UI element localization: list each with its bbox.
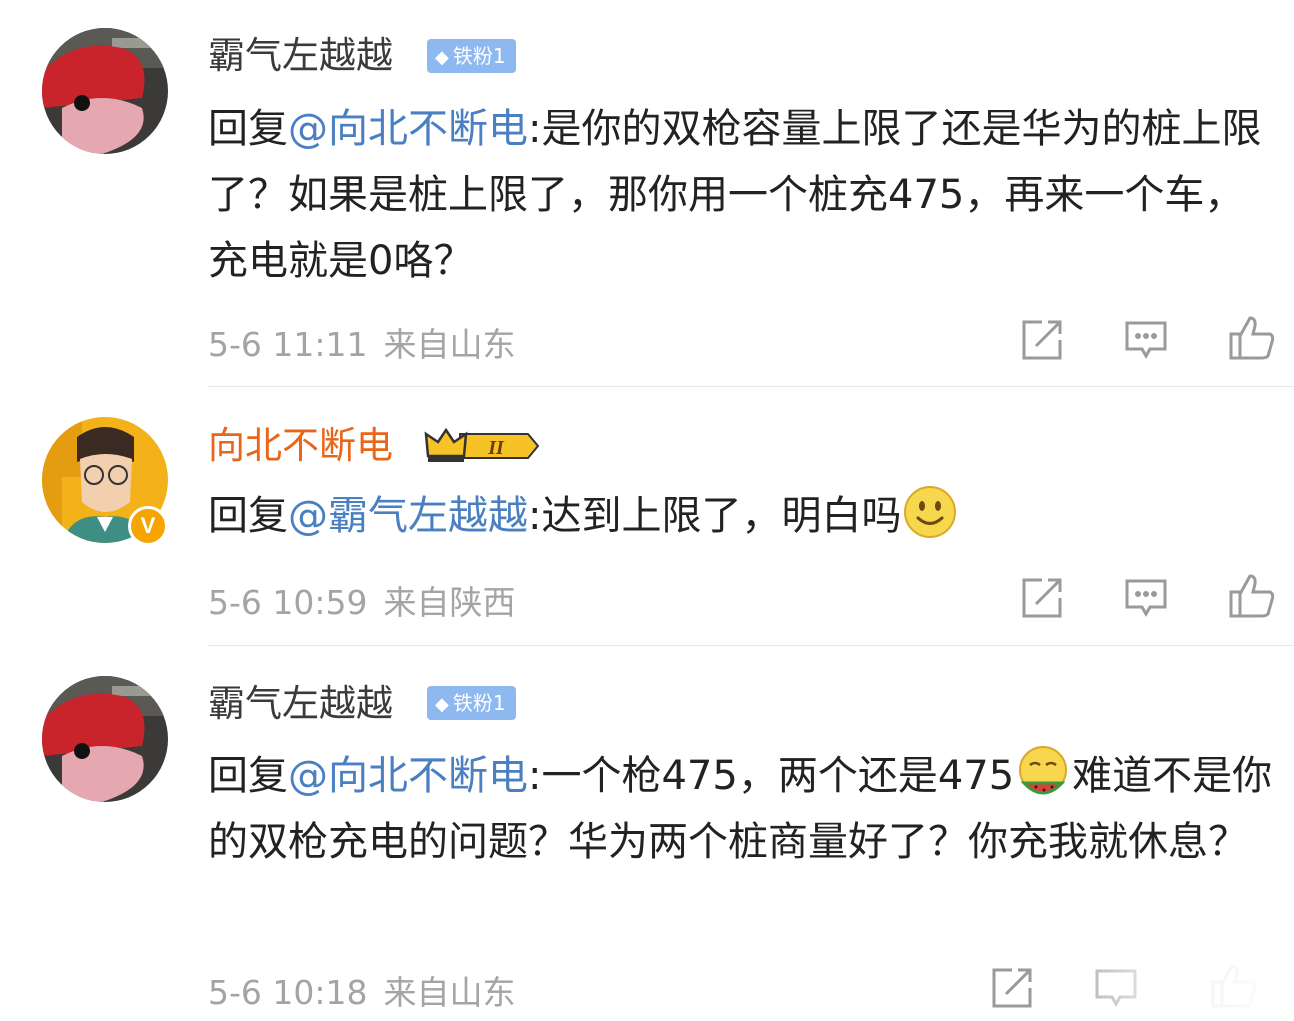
verified-badge: V [128,506,168,546]
vip-crown-badge[interactable]: II [424,426,544,470]
location: 来自山东 [383,973,516,1012]
comment-meta: 5-6 10:59 来自陕西 [208,576,516,624]
divider [208,386,1294,387]
mention-link[interactable]: @霸气左越越 [288,493,528,539]
comment-meta: 5-6 10:18 来自山东 [208,966,516,1014]
mention-link[interactable]: @向北不断电 [288,753,528,799]
comment-icon[interactable] [1124,318,1168,362]
timestamp: 5-6 11:11 [208,325,368,364]
like-icon[interactable] [1228,314,1276,362]
avatar[interactable] [42,28,168,154]
comment-text: 回复@向北不断电:一个枪475，两个还是475 难道不是你的双枪充电的问题？华为… [208,743,1283,875]
diamond-icon: ◆ [435,694,449,715]
mention-link[interactable]: @向北不断电 [288,106,528,152]
smile-emoji [903,485,957,539]
timestamp: 5-6 10:18 [208,973,368,1012]
bottom-fade-overlay [1040,950,1294,1021]
like-icon[interactable] [1228,572,1276,620]
avatar[interactable] [42,676,168,802]
comment-text: 回复@霸气左越越:达到上限了，明白吗 [208,483,1283,549]
eating-watermelon-emoji [1016,745,1070,799]
comment-text: 回复@向北不断电:是你的双枪容量上限了还是华为的桩上限了？如果是桩上限了，那你用… [208,106,1262,284]
fan-badge[interactable]: ◆ 铁粉1 [427,39,516,73]
share-icon[interactable] [990,966,1034,1010]
fan-badge[interactable]: ◆ 铁粉1 [427,686,516,720]
author-name[interactable]: 向北不断电 [208,424,393,468]
share-icon[interactable] [1020,318,1064,362]
comment-meta: 5-6 11:11 来自山东 [208,318,516,366]
comment-icon[interactable] [1124,576,1168,620]
divider [208,645,1294,646]
diamond-icon: ◆ [435,47,449,68]
share-icon[interactable] [1020,576,1064,620]
author-name[interactable]: 霸气左越越 [208,682,393,726]
svg-text:II: II [487,437,505,459]
timestamp: 5-6 10:59 [208,583,368,622]
location: 来自山东 [383,325,516,364]
author-name[interactable]: 霸气左越越 [208,34,393,78]
location: 来自陕西 [383,583,516,622]
